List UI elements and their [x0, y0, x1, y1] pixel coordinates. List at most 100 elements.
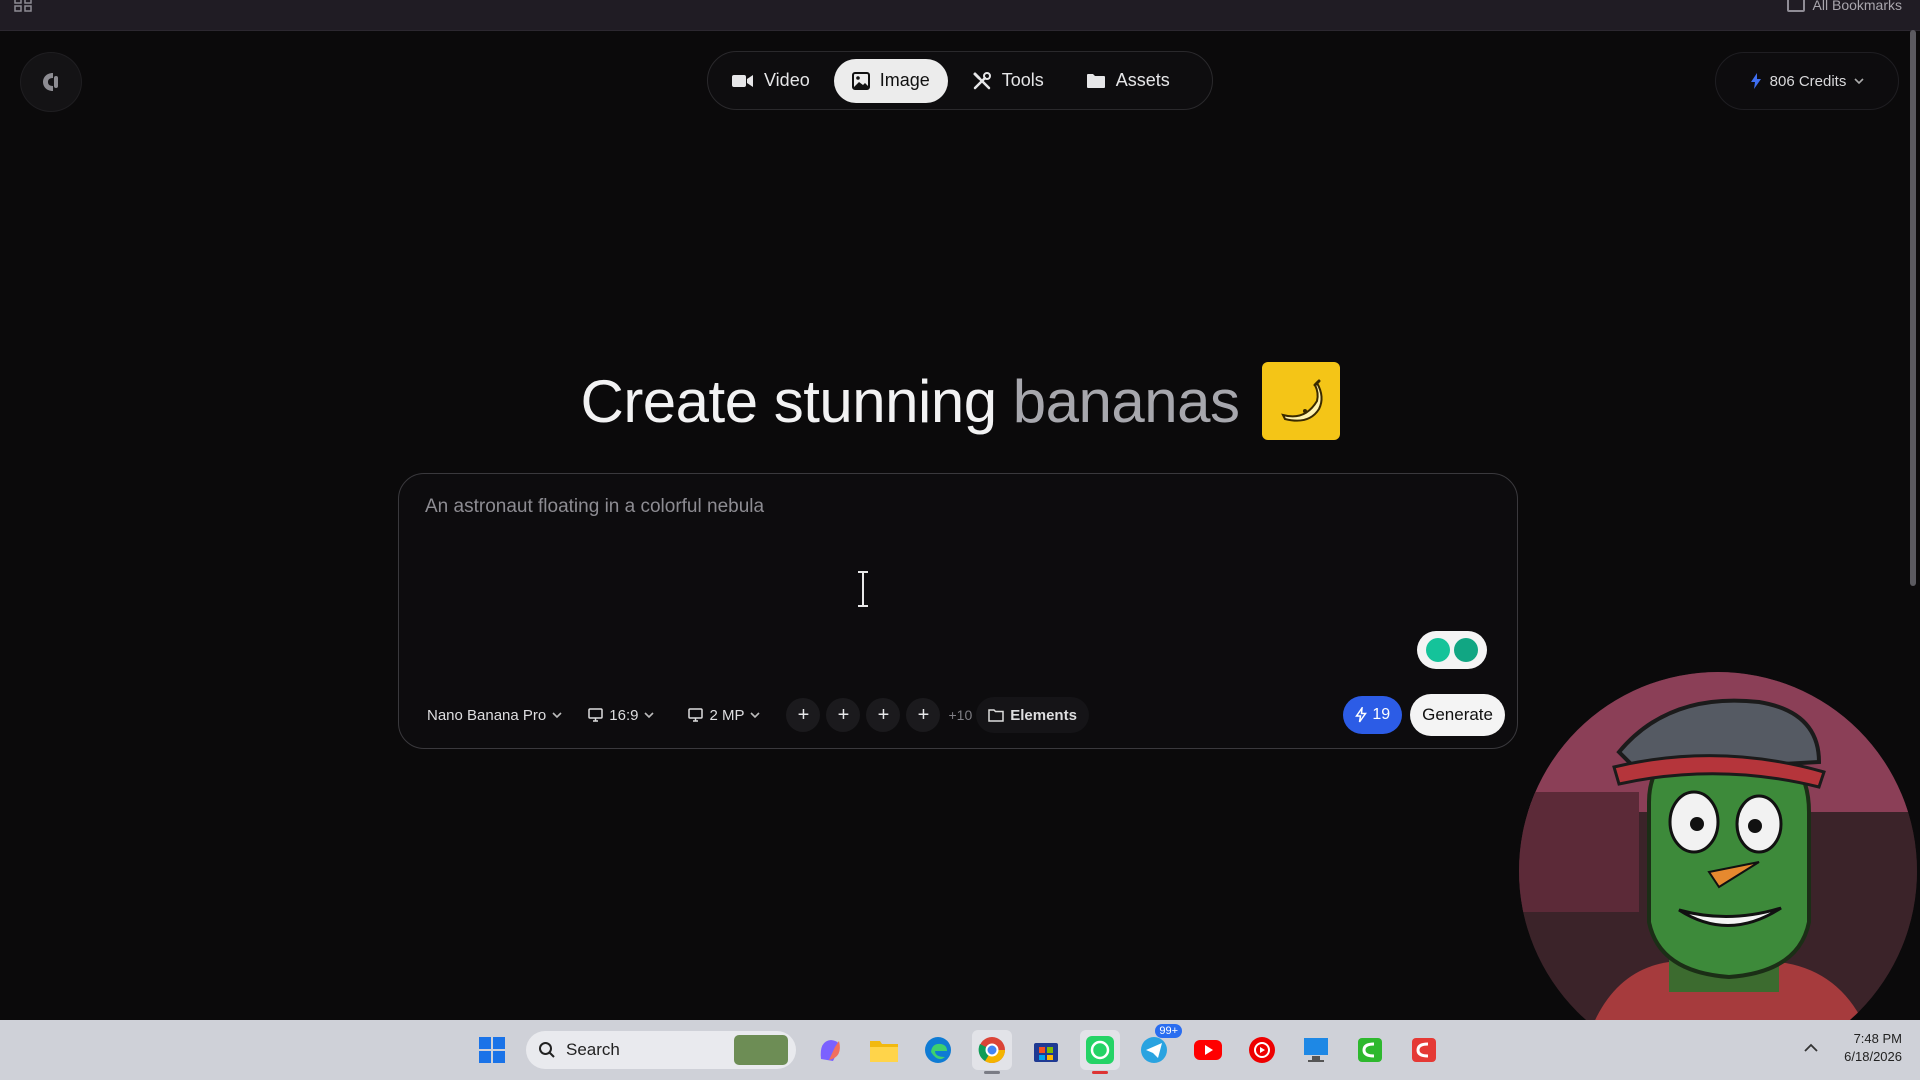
- taskbar-apps: Search 99+: [472, 1024, 1444, 1074]
- red-app[interactable]: [1404, 1030, 1444, 1070]
- start-button[interactable]: [472, 1030, 512, 1070]
- app-logo-button[interactable]: [20, 52, 82, 112]
- resolution-label: 2 MP: [709, 706, 745, 724]
- clock[interactable]: 7:48 PM 6/18/2026: [1844, 1030, 1902, 1066]
- search-icon: [539, 1042, 555, 1058]
- elements-label: Elements: [1010, 706, 1077, 724]
- elements-button[interactable]: Elements: [976, 697, 1089, 733]
- windows-logo-icon: [479, 1037, 505, 1063]
- search-highlight-image: [734, 1035, 788, 1065]
- tab-assets[interactable]: Assets: [1068, 59, 1188, 103]
- apps-grid-icon[interactable]: [14, 0, 34, 12]
- add-reference-button-4[interactable]: +: [906, 698, 941, 732]
- scrollbar-thumb[interactable]: [1910, 30, 1916, 586]
- bolt-icon: [1750, 73, 1761, 89]
- chevron-up-icon[interactable]: [1804, 1043, 1818, 1053]
- add-reference-button-2[interactable]: +: [826, 698, 861, 732]
- prompt-box: Nano Banana Pro 16:9 2 MP + + + + +10 El…: [398, 473, 1518, 749]
- banana-emoji-tile: [1261, 362, 1340, 440]
- copilot-icon: [820, 1040, 840, 1061]
- desktop-icon: [1304, 1038, 1328, 1062]
- edge-icon: [925, 1037, 951, 1063]
- grammarly-icon: [1454, 638, 1478, 662]
- tab-image[interactable]: Image: [833, 58, 948, 103]
- add-reference-button-3[interactable]: +: [866, 698, 901, 732]
- prompt-toolbar: Nano Banana Pro 16:9 2 MP + + + + +10 El…: [419, 694, 1505, 736]
- tab-assets-label: Assets: [1115, 70, 1170, 90]
- app-red-icon: [1412, 1038, 1436, 1062]
- music-play-icon: [1249, 1037, 1275, 1063]
- windows-taskbar: Search 99+ 7:48 PM 6/18/2026: [0, 1020, 1920, 1080]
- remote-desktop-app[interactable]: [1296, 1030, 1336, 1070]
- model-label: Nano Banana Pro: [427, 706, 547, 724]
- bookmarks-bar: All Bookmarks: [0, 0, 1920, 31]
- all-bookmarks-label: All Bookmarks: [1812, 0, 1902, 13]
- tab-tools-label: Tools: [1001, 70, 1044, 90]
- tab-tools[interactable]: Tools: [954, 59, 1062, 103]
- model-select[interactable]: Nano Banana Pro: [419, 697, 570, 733]
- bolt-outline-icon: [1355, 707, 1368, 723]
- page-title: Create stunning bananas: [581, 367, 1240, 436]
- tab-image-label: Image: [879, 70, 930, 90]
- title-accent: bananas: [1012, 367, 1240, 435]
- image-icon: [851, 71, 870, 90]
- chrome-app[interactable]: [972, 1030, 1012, 1074]
- store-icon: [1034, 1043, 1058, 1062]
- whatsapp-icon: [1086, 1036, 1114, 1064]
- generate-button[interactable]: Generate: [1410, 694, 1505, 736]
- youtube-app[interactable]: [1188, 1030, 1228, 1070]
- aspect-ratio-select[interactable]: 16:9: [580, 697, 662, 733]
- store-app[interactable]: [1026, 1030, 1066, 1070]
- active-indicator: [984, 1071, 1000, 1074]
- cartoon-avatar-image: [1519, 672, 1917, 1070]
- whatsapp-app[interactable]: [1080, 1030, 1120, 1074]
- folder-icon: [1086, 73, 1105, 88]
- tab-video[interactable]: Video: [714, 59, 828, 103]
- generation-cost-badge: 19: [1343, 696, 1403, 734]
- grammarly-widget[interactable]: [1417, 631, 1487, 669]
- chevron-down-icon: [552, 712, 562, 719]
- copilot-app[interactable]: [810, 1030, 850, 1070]
- clock-date: 6/18/2026: [1844, 1049, 1902, 1064]
- active-indicator: [1092, 1071, 1108, 1074]
- hero-heading: Create stunning bananas: [0, 362, 1920, 440]
- youtube-icon: [1194, 1040, 1222, 1060]
- more-slots-count[interactable]: +10: [948, 707, 972, 723]
- monitor-icon: [688, 708, 704, 722]
- banana-icon: [1280, 379, 1323, 422]
- edge-app[interactable]: [918, 1030, 958, 1070]
- taskbar-search[interactable]: Search: [526, 1031, 796, 1069]
- monitor-icon: [588, 708, 604, 722]
- tools-icon: [973, 71, 991, 89]
- webcam-overlay: [1519, 672, 1917, 1070]
- credits-label: 806 Credits: [1769, 72, 1847, 90]
- app-green-icon: [1358, 1038, 1382, 1062]
- chevron-down-icon: [750, 712, 761, 719]
- green-app[interactable]: [1350, 1030, 1390, 1070]
- chevron-down-icon: [644, 712, 655, 719]
- title-main: Create stunning: [580, 367, 998, 435]
- tab-video-label: Video: [764, 70, 810, 90]
- logo-icon: [43, 73, 58, 91]
- youtube-music-app[interactable]: [1242, 1030, 1282, 1070]
- credits-dropdown[interactable]: 806 Credits: [1715, 52, 1899, 110]
- system-tray: 7:48 PM 6/18/2026: [1804, 1030, 1902, 1066]
- aspect-ratio-label: 16:9: [609, 706, 639, 724]
- prompt-input[interactable]: [423, 494, 1487, 618]
- notification-badge: 99+: [1155, 1024, 1182, 1038]
- add-reference-button-1[interactable]: +: [786, 698, 821, 732]
- chrome-icon: [978, 1037, 1006, 1064]
- resolution-select[interactable]: 2 MP: [680, 697, 768, 733]
- mode-tabs: Video Image Tools Assets: [707, 51, 1213, 110]
- chevron-down-icon: [1854, 78, 1864, 85]
- bulb-icon: [1426, 638, 1450, 662]
- text-cursor-icon: [858, 571, 868, 607]
- video-camera-icon: [732, 74, 753, 87]
- telegram-icon: [1141, 1037, 1167, 1063]
- clock-time: 7:48 PM: [1853, 1031, 1902, 1046]
- search-label: Search: [566, 1040, 620, 1059]
- file-explorer-app[interactable]: [864, 1030, 904, 1070]
- all-bookmarks-button[interactable]: All Bookmarks: [1786, 0, 1902, 13]
- telegram-app[interactable]: 99+: [1134, 1024, 1182, 1070]
- bookmark-folder-icon: [1786, 0, 1805, 12]
